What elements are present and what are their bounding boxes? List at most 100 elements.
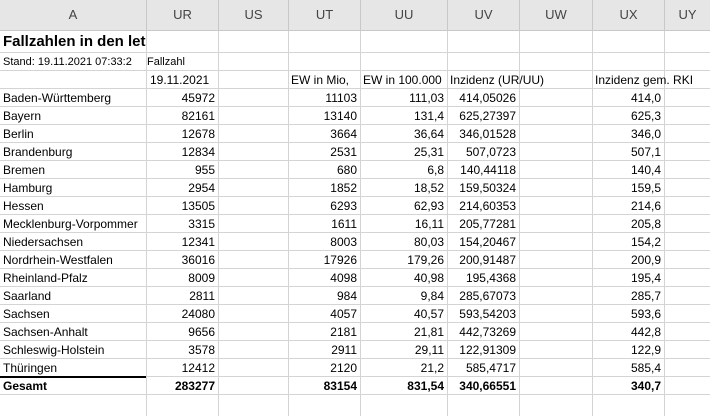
cell-name[interactable]: Gesamt: [0, 377, 146, 395]
cell-ut[interactable]: 6293: [288, 197, 360, 215]
cell-uv[interactable]: 285,67073: [447, 287, 519, 305]
cell-ur[interactable]: 2811: [146, 287, 218, 305]
cell-uv[interactable]: 195,4368: [447, 269, 519, 287]
cell-uu[interactable]: 131,4: [360, 107, 447, 125]
column-header-uv[interactable]: UV: [448, 0, 520, 30]
cell-ut[interactable]: 984: [288, 287, 360, 305]
cell-ux[interactable]: 593,6: [592, 305, 664, 323]
column-header-uy[interactable]: UY: [665, 0, 710, 30]
cell-uv[interactable]: 625,27397: [447, 107, 519, 125]
cell-uu[interactable]: 6,8: [360, 161, 447, 179]
cell-name[interactable]: Bremen: [0, 161, 146, 179]
cell-ux[interactable]: 414,0: [592, 89, 664, 107]
cell-ur[interactable]: 3315: [146, 215, 218, 233]
cell-ux[interactable]: 200,9: [592, 251, 664, 269]
cell-uu[interactable]: 80,03: [360, 233, 447, 251]
cell-name[interactable]: Mecklenburg-Vorpommer: [0, 215, 146, 233]
cell-name[interactable]: Brandenburg: [0, 143, 146, 161]
cell-ux[interactable]: 625,3: [592, 107, 664, 125]
column-header-a[interactable]: A: [0, 0, 147, 30]
cell-uv[interactable]: 507,0723: [447, 143, 519, 161]
cell-uv[interactable]: 414,05026: [447, 89, 519, 107]
cell-ux[interactable]: 585,4: [592, 359, 664, 377]
cell-ux[interactable]: 159,5: [592, 179, 664, 197]
cell-ut[interactable]: 11103: [288, 89, 360, 107]
cell-uu[interactable]: 831,54: [360, 377, 447, 395]
cell-name[interactable]: Bayern: [0, 107, 146, 125]
cell-ux[interactable]: 122,9: [592, 341, 664, 359]
cell-ur[interactable]: 13505: [146, 197, 218, 215]
cell-ur[interactable]: 3578: [146, 341, 218, 359]
cell-ut[interactable]: 83154: [288, 377, 360, 395]
cell-uv[interactable]: 159,50324: [447, 179, 519, 197]
cell-uu[interactable]: 18,52: [360, 179, 447, 197]
cell-uv[interactable]: 205,77281: [447, 215, 519, 233]
cell-uu[interactable]: 25,31: [360, 143, 447, 161]
cell-uu[interactable]: 111,03: [360, 89, 447, 107]
cell-uu[interactable]: 16,11: [360, 215, 447, 233]
cell-uv[interactable]: 154,20467: [447, 233, 519, 251]
cell-ux[interactable]: 205,8: [592, 215, 664, 233]
cell-ux[interactable]: 154,2: [592, 233, 664, 251]
cell-name[interactable]: Sachsen: [0, 305, 146, 323]
cell-uu[interactable]: 179,26: [360, 251, 447, 269]
cell-ux[interactable]: 285,7: [592, 287, 664, 305]
column-header-ut[interactable]: UT: [289, 0, 361, 30]
cell-name[interactable]: Sachsen-Anhalt: [0, 323, 146, 341]
cell-name[interactable]: Baden-Württemberg: [0, 89, 146, 107]
cell-ux[interactable]: 340,7: [592, 377, 664, 395]
cell-name[interactable]: Saarland: [0, 287, 146, 305]
cell-uu[interactable]: 21,2: [360, 359, 447, 377]
cell-name[interactable]: Niedersachsen: [0, 233, 146, 251]
column-header-ur[interactable]: UR: [147, 0, 219, 30]
cell-uu[interactable]: 9,84: [360, 287, 447, 305]
cell-ut[interactable]: 680: [288, 161, 360, 179]
cell-ut[interactable]: 2531: [288, 143, 360, 161]
cell-uv[interactable]: 340,66551: [447, 377, 519, 395]
cell-ur[interactable]: 82161: [146, 107, 218, 125]
cell-ut[interactable]: 4057: [288, 305, 360, 323]
cell-ur[interactable]: 9656: [146, 323, 218, 341]
cell-ut[interactable]: 8003: [288, 233, 360, 251]
cell-ur[interactable]: 12678: [146, 125, 218, 143]
cell-ur[interactable]: 12412: [146, 359, 218, 377]
cell-uu[interactable]: 62,93: [360, 197, 447, 215]
cell-ut[interactable]: 1611: [288, 215, 360, 233]
cell-uu[interactable]: 21,81: [360, 323, 447, 341]
cell-ut[interactable]: 13140: [288, 107, 360, 125]
cell-ur[interactable]: 36016: [146, 251, 218, 269]
cell-ut[interactable]: 2181: [288, 323, 360, 341]
cell-ut[interactable]: 2911: [288, 341, 360, 359]
cell-uv[interactable]: 442,73269: [447, 323, 519, 341]
cell-name[interactable]: Thüringen: [0, 359, 146, 377]
cell-ux[interactable]: 195,4: [592, 269, 664, 287]
column-header-ux[interactable]: UX: [593, 0, 665, 30]
cell-uv[interactable]: 346,01528: [447, 125, 519, 143]
cell-ux[interactable]: 346,0: [592, 125, 664, 143]
cell-name[interactable]: Schleswig-Holstein: [0, 341, 146, 359]
cell-ur[interactable]: 45972: [146, 89, 218, 107]
cell-name[interactable]: Rheinland-Pfalz: [0, 269, 146, 287]
cell-ur[interactable]: 12834: [146, 143, 218, 161]
cell-ux[interactable]: 442,8: [592, 323, 664, 341]
cell-ut[interactable]: 17926: [288, 251, 360, 269]
cell-ut[interactable]: 2120: [288, 359, 360, 377]
cell-ut[interactable]: 3664: [288, 125, 360, 143]
cell-ut[interactable]: 4098: [288, 269, 360, 287]
cell-uv[interactable]: 122,91309: [447, 341, 519, 359]
column-header-us[interactable]: US: [219, 0, 289, 30]
cell-ur[interactable]: 12341: [146, 233, 218, 251]
cell-name[interactable]: Hamburg: [0, 179, 146, 197]
cell-uv[interactable]: 200,91487: [447, 251, 519, 269]
column-header-uu[interactable]: UU: [361, 0, 448, 30]
cell-uv[interactable]: 585,4717: [447, 359, 519, 377]
cell-ur[interactable]: 955: [146, 161, 218, 179]
cell-uu[interactable]: 40,98: [360, 269, 447, 287]
column-header-uw[interactable]: UW: [520, 0, 593, 30]
cell-ur[interactable]: 8009: [146, 269, 218, 287]
cell-ur[interactable]: 2954: [146, 179, 218, 197]
cell-uu[interactable]: 29,11: [360, 341, 447, 359]
cell-name[interactable]: Nordrhein-Westfalen: [0, 251, 146, 269]
cell-ur[interactable]: 24080: [146, 305, 218, 323]
cell-uv[interactable]: 214,60353: [447, 197, 519, 215]
